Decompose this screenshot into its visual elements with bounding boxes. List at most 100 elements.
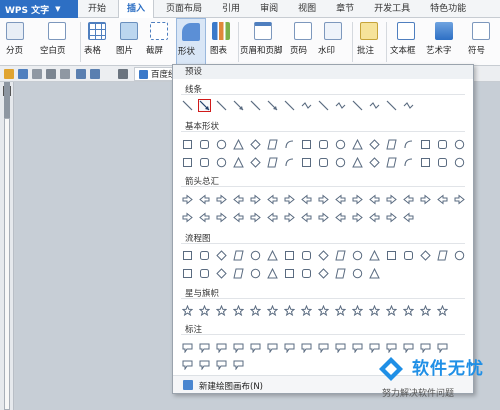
star-banner-shape[interactable] (283, 304, 296, 317)
star-banner-shape[interactable] (249, 304, 262, 317)
wordart-button[interactable]: 艺术字 (426, 18, 462, 66)
basic-shape[interactable] (198, 138, 211, 151)
basic-shape[interactable] (181, 156, 194, 169)
star-banner-shape[interactable] (351, 304, 364, 317)
line-shape[interactable] (402, 99, 415, 112)
page-number-button[interactable]: 页码 (290, 18, 316, 66)
block-arrow-shape[interactable] (351, 211, 364, 224)
block-arrow-shape[interactable] (249, 193, 262, 206)
star-banner-shape[interactable] (181, 304, 194, 317)
line-shape[interactable] (351, 99, 364, 112)
basic-shape[interactable] (453, 156, 466, 169)
block-arrow-shape[interactable] (436, 193, 449, 206)
star-banner-shape[interactable] (232, 304, 245, 317)
flowchart-shape[interactable] (249, 267, 262, 280)
basic-shape[interactable] (351, 156, 364, 169)
callout-shape[interactable] (181, 341, 194, 354)
block-arrow-shape[interactable] (181, 193, 194, 206)
block-arrow-shape[interactable] (385, 193, 398, 206)
chevron-down-icon[interactable] (118, 69, 128, 79)
basic-shape[interactable] (368, 138, 381, 151)
flowchart-shape[interactable] (334, 249, 347, 262)
block-arrow-shape[interactable] (368, 211, 381, 224)
block-arrow-shape[interactable] (232, 193, 245, 206)
star-banner-shape[interactable] (436, 304, 449, 317)
line-shape[interactable] (249, 99, 262, 112)
basic-shape[interactable] (283, 156, 296, 169)
symbol-button[interactable]: 符号 (466, 18, 496, 66)
line-shape[interactable] (300, 99, 313, 112)
tab-developer[interactable]: 开发工具 (366, 0, 418, 18)
star-banner-shape[interactable] (266, 304, 279, 317)
flowchart-shape[interactable] (215, 249, 228, 262)
redo-icon[interactable] (90, 69, 100, 79)
block-arrow-shape[interactable] (300, 193, 313, 206)
block-arrow-shape[interactable] (402, 193, 415, 206)
flowchart-shape[interactable] (385, 249, 398, 262)
basic-shape[interactable] (215, 138, 228, 151)
tab-home[interactable]: 开始 (80, 0, 114, 18)
star-banner-shape[interactable] (402, 304, 415, 317)
flowchart-shape[interactable] (283, 267, 296, 280)
star-banner-shape[interactable] (334, 304, 347, 317)
block-arrow-shape[interactable] (385, 211, 398, 224)
basic-shape[interactable] (334, 138, 347, 151)
block-arrow-shape[interactable] (215, 211, 228, 224)
block-arrow-shape[interactable] (249, 211, 262, 224)
callout-shape[interactable] (198, 358, 211, 371)
block-arrow-shape[interactable] (198, 193, 211, 206)
save-icon[interactable] (18, 69, 28, 79)
table-button[interactable]: 表格 (84, 18, 110, 66)
flowchart-shape[interactable] (215, 267, 228, 280)
basic-shape[interactable] (181, 138, 194, 151)
block-arrow-shape[interactable] (351, 193, 364, 206)
tab-section[interactable]: 章节 (328, 0, 362, 18)
basic-shape[interactable] (317, 138, 330, 151)
line-shape[interactable] (215, 99, 228, 112)
header-footer-button[interactable]: 页眉和页脚 (240, 18, 286, 66)
flowchart-shape[interactable] (266, 249, 279, 262)
callout-shape[interactable] (215, 358, 228, 371)
textbox-button[interactable]: 文本框 (390, 18, 422, 66)
flowchart-shape[interactable] (283, 249, 296, 262)
basic-shape[interactable] (334, 156, 347, 169)
callout-shape[interactable] (334, 341, 347, 354)
line-shape[interactable] (334, 99, 347, 112)
star-banner-shape[interactable] (419, 304, 432, 317)
picture-button[interactable]: 图片 (116, 18, 142, 66)
basic-shape[interactable] (402, 138, 415, 151)
block-arrow-shape[interactable] (283, 211, 296, 224)
star-banner-shape[interactable] (368, 304, 381, 317)
callout-shape[interactable] (232, 358, 245, 371)
line-shape[interactable] (283, 99, 296, 112)
comment-button[interactable]: 批注 (356, 18, 382, 66)
block-arrow-shape[interactable] (232, 211, 245, 224)
tab-special-features[interactable]: 特色功能 (422, 0, 474, 18)
open-folder-icon[interactable] (4, 69, 14, 79)
flowchart-shape[interactable] (232, 249, 245, 262)
callout-shape[interactable] (198, 341, 211, 354)
block-arrow-shape[interactable] (198, 211, 211, 224)
basic-shape[interactable] (266, 156, 279, 169)
basic-shape[interactable] (232, 138, 245, 151)
callout-shape[interactable] (283, 341, 296, 354)
basic-shape[interactable] (317, 156, 330, 169)
block-arrow-shape[interactable] (181, 211, 194, 224)
star-banner-shape[interactable] (198, 304, 211, 317)
flowchart-shape[interactable] (181, 267, 194, 280)
block-arrow-shape[interactable] (317, 193, 330, 206)
basic-shape[interactable] (232, 156, 245, 169)
flowchart-shape[interactable] (317, 249, 330, 262)
block-arrow-shape[interactable] (266, 193, 279, 206)
callout-shape[interactable] (249, 341, 262, 354)
block-arrow-shape[interactable] (215, 193, 228, 206)
basic-shape[interactable] (300, 156, 313, 169)
screenshot-button[interactable]: 截屏 (146, 18, 172, 66)
shapes-button[interactable]: 形状 (176, 18, 206, 66)
basic-shape[interactable] (368, 156, 381, 169)
blank-page-button[interactable]: 空白页 (40, 18, 74, 66)
flowchart-shape[interactable] (300, 267, 313, 280)
block-arrow-shape[interactable] (419, 193, 432, 206)
flowchart-shape[interactable] (232, 267, 245, 280)
basic-shape[interactable] (385, 156, 398, 169)
